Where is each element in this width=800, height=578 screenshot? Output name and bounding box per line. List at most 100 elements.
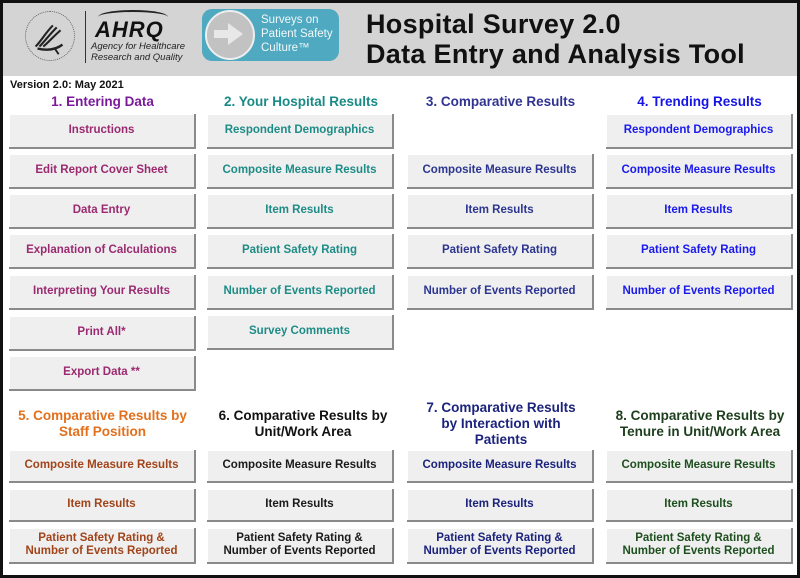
trending-respondent-demographics-button[interactable]: Respondent Demographics: [606, 114, 793, 149]
hospital-patient-safety-rating-button[interactable]: Patient Safety Rating: [207, 234, 394, 269]
button-label: Item Results: [465, 498, 534, 510]
section-5-heading: 5. Comparative Results by Staff Position: [0, 408, 205, 440]
section-4-heading: 4. Trending Results: [637, 94, 762, 109]
button-label: Respondent Demographics: [224, 124, 375, 136]
hospital-survey-comments-button[interactable]: Survey Comments: [207, 315, 394, 350]
tenure-rating-events-button[interactable]: Patient Safety Rating & Number of Events …: [606, 528, 793, 564]
button-label: Export Data **: [63, 366, 140, 378]
section-6-heading: 6. Comparative Results by Unit/Work Area: [203, 408, 403, 440]
button-label-line1: Patient Safety Rating &: [436, 532, 563, 544]
unit-composite-measure-results-button[interactable]: Composite Measure Results: [207, 450, 394, 483]
hhs-eagle-seal-icon: [25, 11, 75, 61]
button-label: Composite Measure Results: [222, 164, 377, 176]
button-label: Patient Safety Rating & Number of Events …: [622, 532, 774, 558]
page-title: Hospital Survey 2.0 Data Entry and Analy…: [366, 9, 745, 69]
agency-subtitle-line2: Research and Quality: [91, 52, 183, 63]
section-7-heading-line3: Patients: [474, 432, 528, 447]
hospital-composite-measure-results-button[interactable]: Composite Measure Results: [207, 154, 394, 189]
explanation-of-calculations-button[interactable]: Explanation of Calculations: [9, 234, 196, 269]
header-banner: AHRQ Agency for Healthcare Research and …: [3, 3, 797, 76]
button-label: Item Results: [664, 498, 733, 510]
print-all-button[interactable]: Print All*: [9, 316, 196, 351]
button-label: Number of Events Reported: [223, 285, 376, 297]
sops-program-logo: Surveys on Patient Safety Culture™: [202, 9, 339, 61]
interaction-item-results-button[interactable]: Item Results: [407, 489, 594, 522]
sops-program-logo-text: Surveys on Patient Safety Culture™: [261, 13, 333, 55]
page-title-line1: Hospital Survey 2.0: [366, 9, 621, 39]
comparative-number-of-events-button[interactable]: Number of Events Reported: [407, 275, 594, 310]
section-7-heading-line2: by Interaction with: [441, 416, 561, 431]
button-label: Composite Measure Results: [24, 459, 179, 471]
button-label: Item Results: [465, 204, 534, 216]
sops-logo-line2: Patient Safety: [261, 28, 333, 40]
tenure-composite-measure-results-button[interactable]: Composite Measure Results: [606, 450, 793, 483]
staff-position-rating-events-button[interactable]: Patient Safety Rating & Number of Events …: [9, 528, 196, 564]
data-entry-button[interactable]: Data Entry: [9, 194, 196, 229]
button-label-line1: Patient Safety Rating &: [236, 532, 363, 544]
button-label: Patient Safety Rating: [241, 244, 358, 256]
section-3-heading: 3. Comparative Results: [425, 94, 576, 109]
sops-logo-line1: Surveys on: [261, 14, 319, 26]
section-7-heading: 7. Comparative Results by Interaction wi…: [405, 400, 597, 448]
tenure-item-results-button[interactable]: Item Results: [606, 489, 793, 522]
agency-subtitle: Agency for Healthcare Research and Quali…: [91, 41, 185, 63]
section-8-heading: 8. Comparative Results by Tenure in Unit…: [600, 408, 800, 440]
button-label: Composite Measure Results: [621, 459, 776, 471]
button-label: Item Results: [67, 498, 136, 510]
trending-number-of-events-button[interactable]: Number of Events Reported: [606, 275, 793, 310]
comparative-composite-measure-results-button[interactable]: Composite Measure Results: [407, 154, 594, 189]
comparative-patient-safety-rating-button[interactable]: Patient Safety Rating: [407, 234, 594, 269]
sops-logo-line3: Culture™: [261, 42, 310, 54]
button-label: Item Results: [664, 204, 733, 216]
button-label: Number of Events Reported: [622, 285, 775, 297]
trending-item-results-button[interactable]: Item Results: [606, 194, 793, 229]
unit-item-results-button[interactable]: Item Results: [207, 489, 394, 522]
export-data-button[interactable]: Export Data **: [9, 356, 196, 391]
button-label: Instructions: [68, 124, 135, 136]
instructions-button[interactable]: Instructions: [9, 114, 196, 149]
button-label-line1: Patient Safety Rating &: [38, 532, 165, 544]
button-label-line1: Patient Safety Rating &: [635, 532, 762, 544]
interpreting-results-button[interactable]: Interpreting Your Results: [9, 275, 196, 310]
button-label: Composite Measure Results: [422, 459, 577, 471]
button-label-line2: Number of Events Reported: [223, 545, 376, 557]
logo-divider: [85, 11, 86, 63]
trending-patient-safety-rating-button[interactable]: Patient Safety Rating: [606, 234, 793, 269]
button-label-line2: Number of Events Reported: [25, 545, 178, 557]
interaction-rating-events-button[interactable]: Patient Safety Rating & Number of Events …: [407, 528, 594, 564]
edit-report-cover-sheet-button[interactable]: Edit Report Cover Sheet: [9, 154, 196, 189]
button-label: Survey Comments: [249, 325, 350, 337]
button-label: Composite Measure Results: [422, 164, 577, 176]
button-label: Explanation of Calculations: [26, 244, 177, 256]
agency-subtitle-line1: Agency for Healthcare: [91, 41, 185, 52]
button-label: Composite Measure Results: [621, 164, 776, 176]
button-label: Data Entry: [72, 204, 131, 216]
trending-composite-measure-results-button[interactable]: Composite Measure Results: [606, 154, 793, 189]
section-7-heading-line1: 7. Comparative Results: [426, 400, 576, 415]
button-label: Respondent Demographics: [623, 124, 774, 136]
button-label: Patient Safety Rating & Number of Events …: [223, 532, 375, 558]
button-label: Patient Safety Rating: [640, 244, 757, 256]
button-label: Interpreting Your Results: [33, 285, 170, 297]
hospital-respondent-demographics-button[interactable]: Respondent Demographics: [207, 114, 394, 149]
hospital-number-of-events-button[interactable]: Number of Events Reported: [207, 275, 394, 310]
section-1-heading: 1. Entering Data: [51, 94, 154, 109]
section-6-heading-line2: Unit/Work Area: [254, 424, 352, 439]
interaction-composite-measure-results-button[interactable]: Composite Measure Results: [407, 450, 594, 483]
section-8-heading-line1: 8. Comparative Results by: [615, 408, 785, 423]
button-label: Patient Safety Rating & Number of Events …: [25, 532, 177, 558]
staff-position-composite-measure-results-button[interactable]: Composite Measure Results: [9, 450, 196, 483]
unit-rating-events-button[interactable]: Patient Safety Rating & Number of Events …: [207, 528, 394, 564]
arrow-right-icon: [214, 23, 243, 45]
button-label: Number of Events Reported: [423, 285, 576, 297]
button-label: Edit Report Cover Sheet: [35, 164, 168, 176]
button-label: Composite Measure Results: [222, 459, 377, 471]
hospital-item-results-button[interactable]: Item Results: [207, 194, 394, 229]
staff-position-item-results-button[interactable]: Item Results: [9, 489, 196, 522]
version-label: Version 2.0: May 2021: [10, 79, 124, 91]
comparative-item-results-button[interactable]: Item Results: [407, 194, 594, 229]
button-label: Item Results: [265, 204, 334, 216]
ahrq-logo-text: AHRQ: [95, 17, 164, 42]
page-title-line2: Data Entry and Analysis Tool: [366, 39, 745, 69]
button-label: Print All*: [77, 326, 126, 338]
